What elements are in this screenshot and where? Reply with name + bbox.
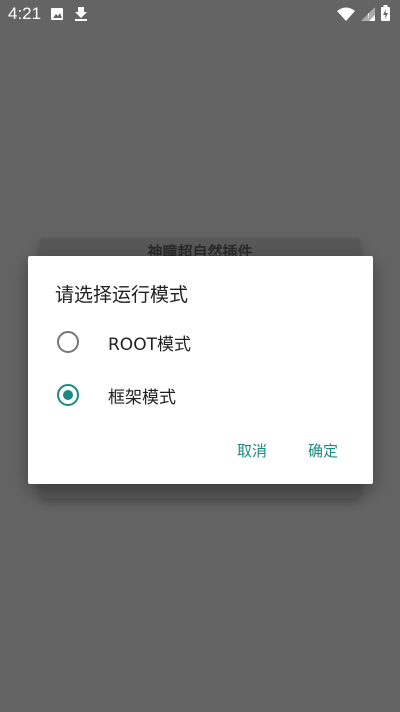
option-framework-label: 框架模式 — [108, 388, 176, 408]
status-time: 4:21 — [8, 4, 42, 23]
download-icon — [74, 6, 88, 26]
dialog-title: 请选择运行模式 — [55, 284, 189, 306]
option-framework-mode[interactable]: 框架模式 — [28, 370, 373, 420]
signal-icon: ! — [361, 6, 375, 25]
status-left-icons — [50, 6, 88, 26]
run-mode-dialog: 请选择运行模式 ROOT模式 框架模式 取消 确定 — [28, 256, 373, 484]
option-root-label: ROOT模式 — [108, 335, 191, 355]
option-root-mode[interactable]: ROOT模式 — [28, 317, 373, 367]
battery-icon — [381, 5, 390, 25]
radio-root-mode[interactable] — [57, 331, 79, 353]
screen: 4:21 ! 神瞳超自然插件 请选择运行模式 ROOT模式 框架模式 取消 确定 — [0, 0, 400, 712]
image-icon — [50, 6, 64, 26]
status-bar: 4:21 ! — [0, 0, 400, 28]
radio-framework-mode[interactable] — [57, 384, 79, 406]
confirm-button[interactable]: 确定 — [308, 440, 338, 461]
wifi-icon — [337, 6, 355, 25]
svg-text:!: ! — [367, 12, 370, 20]
cancel-button[interactable]: 取消 — [237, 440, 267, 461]
status-right-icons: ! — [337, 5, 390, 25]
